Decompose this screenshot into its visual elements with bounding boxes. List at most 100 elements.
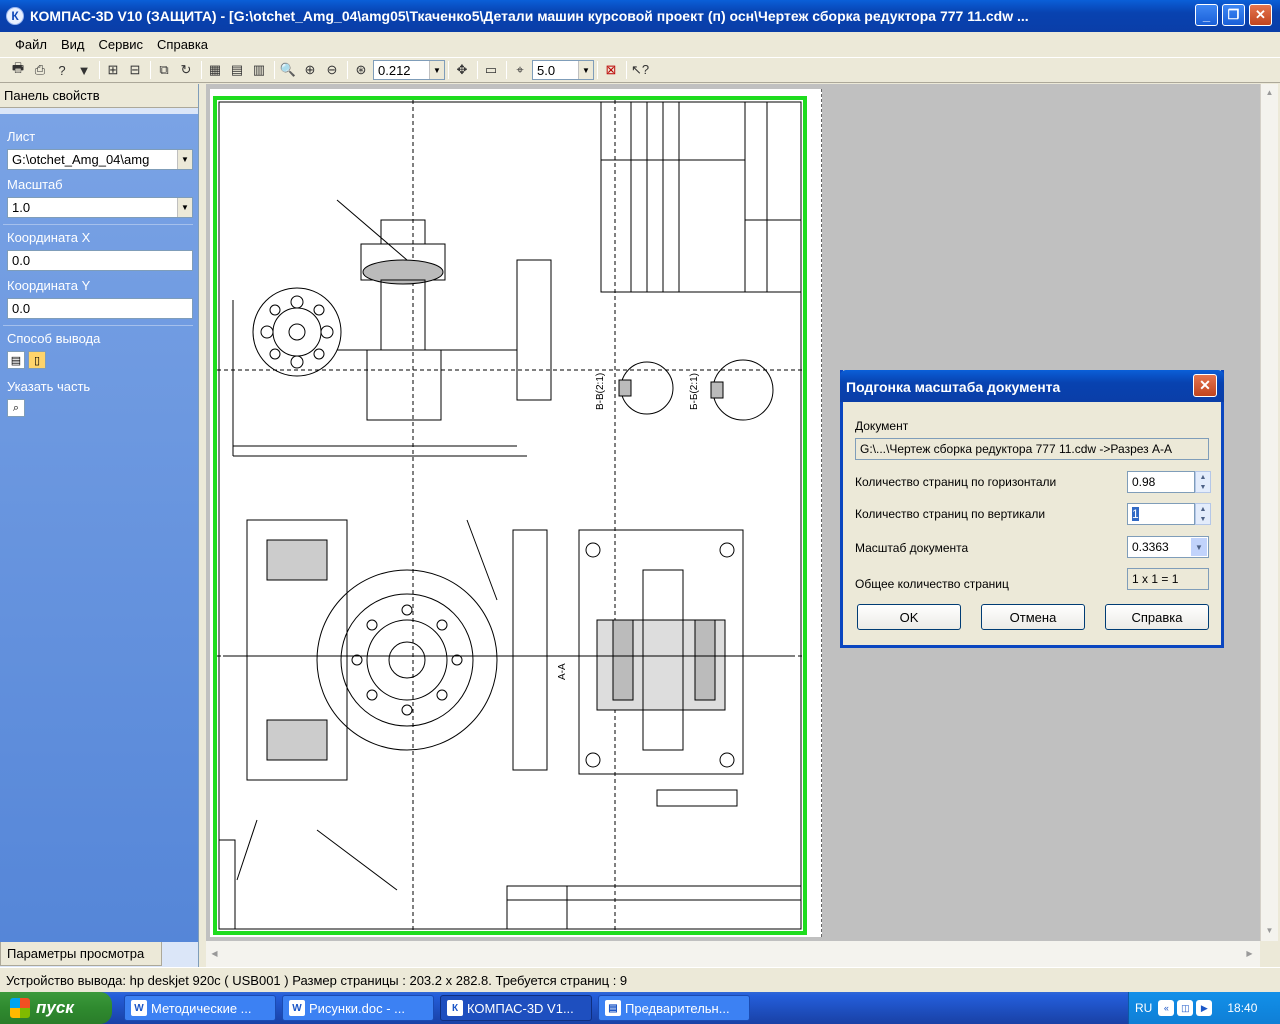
sheet-select[interactable]: G:\otchet_Amg_04\amg ▼ (7, 149, 193, 170)
section-label-bb: Б-Б(2:1) (689, 373, 700, 410)
cancel-button[interactable]: Отмена (981, 604, 1085, 630)
zoom-scale-icon[interactable]: ⊛ (351, 60, 371, 80)
chevron-down-icon[interactable]: ▼ (177, 150, 192, 169)
status-bar: Устройство вывода: hp deskjet 920c ( USB… (0, 967, 1280, 992)
panel-body: Лист G:\otchet_Amg_04\amg ▼ Масштаб 1.0 … (0, 114, 198, 942)
task-word-methodical[interactable]: W Методические ... (124, 995, 276, 1021)
document-field: G:\...\Чертеж сборка редуктора 777 11.cd… (855, 438, 1209, 460)
sheet-label: Лист (7, 129, 36, 144)
toolbar: 🖶 ⎙ ? ▼ ⊞ ⊟ ⧉ ↻ ▦ ▤ ▥ 🔍 ⊕ ⊖ ⊛ 0.212 ▼ ✥ … (0, 57, 1280, 83)
step-combo[interactable]: 5.0 ▼ (532, 60, 594, 80)
coord-x-field[interactable]: 0.0 (7, 250, 193, 271)
properties-panel: Панель свойств Лист G:\otchet_Amg_04\amg… (0, 84, 199, 967)
zoom-in-icon[interactable]: ⊕ (300, 60, 320, 80)
document-scale-select[interactable]: 0.3363 ▼ (1127, 536, 1209, 558)
maximize-button[interactable]: ❐ (1222, 4, 1245, 26)
move-sheet-icon[interactable]: ⊟ (125, 60, 145, 80)
clock: 18:40 (1227, 1001, 1258, 1015)
task-kompas[interactable]: К КОМПАС-3D V1... (440, 995, 592, 1021)
pages-horizontal-spinner[interactable]: ▲ ▼ (1195, 471, 1211, 493)
total-pages-field: 1 x 1 = 1 (1127, 568, 1209, 590)
coord-y-label: Координата Y (7, 278, 91, 293)
scroll-right-icon[interactable]: ▶ (1241, 945, 1258, 962)
minimize-button[interactable]: _ (1195, 4, 1218, 26)
specify-part-label: Указать часть (7, 379, 91, 394)
horizontal-scrollbar[interactable]: ◀ ▶ (206, 941, 1260, 967)
chevron-down-icon[interactable]: ▼ (429, 61, 444, 79)
close-button[interactable]: ✕ (1249, 4, 1272, 26)
task-preview[interactable]: ▤ Предварительн... (598, 995, 750, 1021)
menu-file[interactable]: Файл (15, 37, 47, 52)
show-all-icon[interactable]: ▭ (481, 60, 501, 80)
media-player-icon[interactable]: ▶ (1196, 1000, 1213, 1016)
coord-y-field[interactable]: 0.0 (7, 298, 193, 319)
chevron-down-icon[interactable]: ▼ (177, 198, 192, 217)
menu-view[interactable]: Вид (61, 37, 85, 52)
step-value: 5.0 (537, 62, 556, 78)
scroll-up-icon[interactable]: ▲ (1261, 84, 1278, 101)
menu-help[interactable]: Справка (157, 37, 208, 52)
grid-full-icon[interactable]: ▥ (249, 60, 269, 80)
rotate-icon[interactable]: ↻ (176, 60, 196, 80)
page-frame: В-В(2:1) Б-Б(2:1) А-А (213, 96, 807, 935)
chevron-down-icon[interactable]: ▼ (578, 61, 593, 79)
section-label-vv: В-В(2:1) (595, 373, 606, 410)
context-help-icon[interactable]: ↖? (630, 60, 650, 80)
document-scale-value: 0.3363 (1132, 540, 1169, 554)
sheet-value: G:\otchet_Amg_04\amg (12, 152, 150, 167)
ok-button[interactable]: OK (857, 604, 961, 630)
grid-split-icon[interactable]: ▤ (227, 60, 247, 80)
fit-scale-dialog: Подгонка масштаба документа ✕ Документ G… (840, 370, 1224, 648)
back-arrow-icon[interactable]: « (1158, 1000, 1175, 1016)
exit-preview-icon[interactable]: ⊠ (601, 60, 621, 80)
task-word-pictures[interactable]: W Рисунки.doc - ... (282, 995, 434, 1021)
network-icon[interactable]: ◫ (1177, 1000, 1194, 1016)
pages-vertical-input[interactable]: 1 (1127, 503, 1195, 525)
task-label: Рисунки.doc - ... (309, 1000, 406, 1016)
pages-vertical-spinner[interactable]: ▲ ▼ (1195, 503, 1211, 525)
tab-view-parameters[interactable]: Параметры просмотра (0, 942, 162, 966)
zoom-combo[interactable]: 0.212 ▼ (373, 60, 445, 80)
output-mode-sheet-icon[interactable]: ▤ (7, 351, 25, 369)
taskbar: пуск W Методические ... W Рисунки.doc - … (0, 992, 1280, 1024)
grid-icon[interactable]: ▦ (205, 60, 225, 80)
coord-x-value: 0.0 (12, 253, 31, 268)
arrange-pages-icon[interactable]: ⊞ (103, 60, 123, 80)
scale-label: Масштаб (7, 177, 63, 192)
scroll-left-icon[interactable]: ◀ (206, 945, 223, 962)
vertical-scrollbar[interactable]: ▲ ▼ (1260, 84, 1278, 941)
print-preview-icon[interactable]: ⎙ (30, 60, 50, 80)
language-indicator[interactable]: RU (1135, 1001, 1152, 1015)
pages-vertical-value: 1 (1132, 507, 1139, 521)
pages-horizontal-input[interactable]: 0.98 (1127, 471, 1195, 493)
help-button[interactable]: Справка (1105, 604, 1209, 630)
print-icon[interactable]: 🖶 (8, 60, 28, 80)
filter-icon[interactable]: ▼ (74, 60, 94, 80)
task-label: Методические ... (151, 1000, 252, 1016)
window-title: КОМПАС-3D V10 (ЗАЩИТА) - [G:\otchet_Amg_… (30, 8, 1029, 24)
document-info-icon[interactable]: ? (52, 60, 72, 80)
zoom-window-icon[interactable]: 🔍 (278, 60, 298, 80)
drawing-sheet: В-В(2:1) Б-Б(2:1) А-А (210, 89, 822, 937)
windows-logo-icon (10, 998, 30, 1018)
pan-icon[interactable]: ✥ (452, 60, 472, 80)
menu-bar: Файл Вид Сервис Справка (0, 32, 1280, 56)
output-mode-page-icon[interactable]: ▯ (28, 351, 46, 369)
dialog-close-button[interactable]: ✕ (1193, 374, 1217, 397)
specify-part-icon[interactable]: ⌕ (7, 399, 25, 417)
chevron-down-icon[interactable]: ▼ (1191, 538, 1207, 556)
kompas-logo-icon: К (6, 7, 24, 25)
menu-service[interactable]: Сервис (99, 37, 144, 52)
coord-y-value: 0.0 (12, 301, 31, 316)
fit-pages-icon[interactable]: ⧉ (154, 60, 174, 80)
panel-header: Панель свойств (0, 84, 198, 108)
document-label: Документ (855, 419, 909, 433)
system-tray: RU « ◫ ▶ 18:40 (1128, 992, 1280, 1024)
scroll-down-icon[interactable]: ▼ (1261, 922, 1278, 939)
scale-select[interactable]: 1.0 ▼ (7, 197, 193, 218)
start-label: пуск (36, 998, 74, 1017)
step-icon[interactable]: ⌖ (510, 60, 530, 80)
start-button[interactable]: пуск (0, 992, 112, 1024)
pages-horizontal-label: Количество страниц по горизонтали (855, 475, 1057, 489)
zoom-out-icon[interactable]: ⊖ (322, 60, 342, 80)
